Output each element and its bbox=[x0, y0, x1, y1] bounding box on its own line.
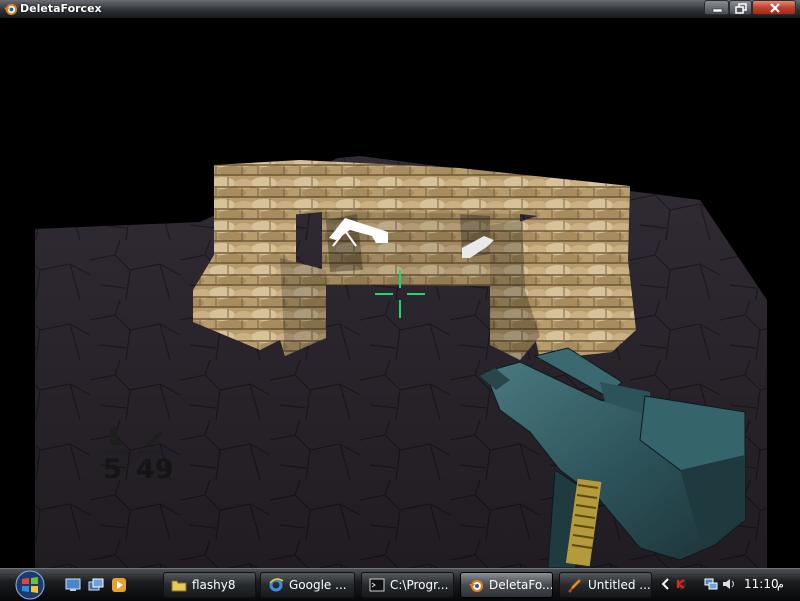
clock-period: م bbox=[777, 578, 784, 591]
network-icon[interactable] bbox=[704, 577, 718, 591]
ammo-value: 49 bbox=[136, 454, 174, 485]
clock-time[interactable]: 11:10 bbox=[744, 577, 779, 591]
ammo-counter: ammo 49 bbox=[136, 425, 186, 485]
blender-icon bbox=[3, 3, 18, 16]
magazine-icon bbox=[110, 427, 124, 445]
internet-explorer-icon bbox=[269, 578, 284, 592]
volume-icon[interactable] bbox=[722, 577, 736, 591]
antivirus-icon[interactable] bbox=[674, 577, 688, 591]
show-desktop-icon[interactable] bbox=[65, 577, 81, 593]
switch-windows-icon[interactable] bbox=[88, 577, 104, 593]
taskbar-item-label: C:\Progr... bbox=[390, 578, 449, 592]
folder-icon bbox=[171, 580, 187, 592]
start-button[interactable] bbox=[10, 569, 50, 600]
close-icon bbox=[770, 3, 780, 13]
console-icon bbox=[369, 578, 385, 592]
game-viewport[interactable] bbox=[0, 19, 800, 568]
taskbar-item-google[interactable]: Google ... bbox=[260, 572, 355, 598]
chevron-left-icon[interactable] bbox=[659, 577, 673, 591]
taskbar-item-label: DeletaFo... bbox=[489, 578, 553, 592]
taskbar-item-flashy8[interactable]: flashy8 bbox=[163, 572, 256, 598]
minimize-button[interactable] bbox=[704, 0, 729, 15]
taskbar-item-label: Untitled ... bbox=[588, 578, 651, 592]
taskbar-item-label: flashy8 bbox=[192, 578, 236, 592]
rounds-value: 5 bbox=[103, 454, 122, 485]
taskbar-item-console[interactable]: C:\Progr... bbox=[361, 572, 454, 598]
close-button[interactable] bbox=[752, 0, 796, 15]
paint-icon bbox=[568, 578, 582, 593]
window-title: DeletaForcex bbox=[20, 2, 102, 15]
restore-button[interactable] bbox=[729, 0, 752, 15]
media-player-icon[interactable] bbox=[111, 577, 127, 593]
taskbar-item-deletaforcex[interactable]: DeletaFo... bbox=[460, 572, 553, 598]
rounds-counter: rounds 5 bbox=[100, 425, 140, 485]
taskbar-item-untitled[interactable]: Untitled ... bbox=[559, 572, 652, 598]
restore-icon bbox=[735, 3, 747, 14]
minimize-icon bbox=[712, 8, 723, 13]
bullet-icon bbox=[145, 431, 163, 447]
taskbar-item-label: Google ... bbox=[289, 578, 347, 592]
window-title-bar[interactable]: DeletaForcex bbox=[0, 0, 800, 19]
blender-icon bbox=[469, 580, 483, 592]
